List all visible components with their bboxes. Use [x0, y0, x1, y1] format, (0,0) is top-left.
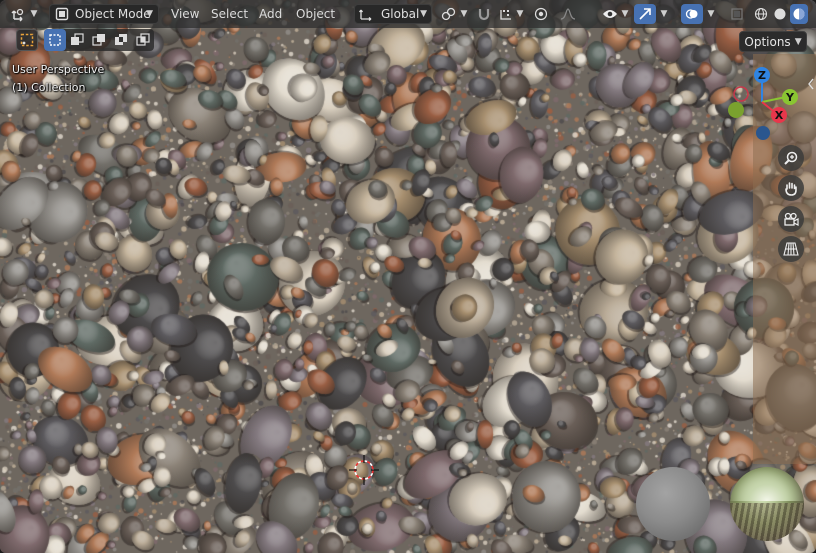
- selection-set-icon: [48, 33, 62, 47]
- wireframe-sphere-icon: [754, 7, 768, 21]
- select-box-icon: [20, 33, 34, 47]
- zoom-button[interactable]: [778, 145, 804, 171]
- snap-increment-icon: [499, 7, 513, 21]
- chevron-down-icon: ▼: [516, 9, 524, 19]
- active-tool-group: [16, 29, 38, 51]
- chevron-down-icon: ▼: [30, 9, 38, 19]
- active-collection-label: (1) Collection: [12, 81, 86, 94]
- y-axis-label: Y: [785, 91, 795, 104]
- gizmo-dropdown[interactable]: ▼: [656, 4, 672, 24]
- proportional-falloff-dropdown[interactable]: [553, 4, 583, 24]
- chevron-down-icon: ▼: [420, 9, 427, 19]
- camera-icon: [783, 211, 799, 227]
- solid-sphere-icon: [773, 7, 787, 21]
- 3d-cursor[interactable]: [347, 453, 381, 487]
- hdri-preview-sphere: [730, 467, 804, 541]
- mode-extend[interactable]: [66, 29, 88, 51]
- x-axis-label: X: [775, 109, 784, 122]
- menu-add[interactable]: Add: [259, 4, 282, 24]
- orientation-dropdown[interactable]: Global ▼: [354, 4, 432, 24]
- proportional-editing-toggle[interactable]: [531, 4, 551, 24]
- chevron-down-icon: ▼: [794, 36, 802, 47]
- pivot-icon: [441, 7, 457, 21]
- object-mode-icon: [55, 7, 69, 21]
- select-box-tool[interactable]: [16, 29, 38, 51]
- eye-icon: [602, 8, 618, 20]
- menu-view[interactable]: View: [171, 4, 199, 24]
- falloff-curve-icon: [560, 8, 576, 20]
- chevron-down-icon: ▼: [621, 9, 629, 19]
- mode-intersect[interactable]: [132, 29, 154, 51]
- proportional-edit-icon: [534, 7, 548, 21]
- shading-wireframe[interactable]: [752, 4, 770, 24]
- view-perspective-label: User Perspective: [12, 63, 105, 76]
- xray-toggle[interactable]: [728, 4, 746, 24]
- orientation-label: Global: [381, 7, 420, 21]
- chevron-down-icon: ▼: [707, 9, 715, 19]
- z-axis-label: Z: [758, 69, 766, 82]
- diffuse-preview-sphere: [636, 467, 710, 541]
- options-dropdown[interactable]: Options ▼: [739, 31, 807, 52]
- overlays-dropdown[interactable]: ▼: [703, 4, 719, 24]
- snap-target-dropdown[interactable]: ▼: [496, 4, 526, 24]
- hand-icon: [783, 180, 799, 196]
- orientation-icon: [359, 7, 375, 21]
- neg-y-axis-handle: [728, 102, 744, 118]
- snap-toggle[interactable]: [474, 4, 494, 24]
- material-sphere-icon: [792, 7, 806, 21]
- 3d-viewport[interactable]: ▼ Object Mode ▼ View Select Add Object G…: [0, 0, 816, 553]
- visibility-dropdown[interactable]: ▼: [598, 4, 632, 24]
- options-label: Options: [744, 34, 791, 49]
- pivot-point-button[interactable]: ▼: [438, 4, 470, 24]
- chevron-down-icon: ▼: [146, 9, 153, 19]
- selection-mode-group: [44, 29, 154, 51]
- transform-orientation-icon: [11, 6, 27, 22]
- viewport-header: ▼ Object Mode ▼ View Select Add Object G…: [0, 0, 816, 28]
- menu-select[interactable]: Select: [211, 4, 248, 24]
- camera-view-button[interactable]: [778, 206, 804, 232]
- gizmo-toggle[interactable]: [634, 4, 656, 24]
- chevron-down-icon: ▼: [460, 9, 468, 19]
- gizmo-arrow-icon: [638, 7, 652, 21]
- selection-intersect-icon: [136, 33, 150, 47]
- neg-x-axis-handle: [733, 86, 749, 102]
- shading-material-preview[interactable]: [790, 4, 808, 24]
- menu-object[interactable]: Object: [296, 4, 335, 24]
- mode-dropdown[interactable]: Object Mode ▼: [49, 4, 159, 24]
- selection-difference-icon: [114, 33, 128, 47]
- chevron-down-icon: ▼: [660, 9, 668, 19]
- neg-z-axis-handle: [756, 126, 770, 140]
- shading-solid[interactable]: [771, 4, 789, 24]
- gravel-texture-render: [0, 0, 816, 553]
- overlays-icon: [685, 7, 699, 21]
- mode-label: Object Mode: [75, 7, 151, 21]
- mode-set-new[interactable]: [44, 29, 66, 51]
- zoom-icon: [783, 150, 799, 166]
- editor-type-button[interactable]: ▼: [4, 4, 44, 24]
- navigation-gizmo[interactable]: Z Y X: [722, 62, 808, 142]
- xray-icon: [730, 7, 744, 21]
- overlays-toggle[interactable]: [681, 4, 703, 24]
- grid-perspective-icon: [783, 241, 799, 257]
- mode-subtract[interactable]: [88, 29, 110, 51]
- magnet-icon: [477, 7, 491, 21]
- selection-extend-icon: [70, 33, 84, 47]
- pan-button[interactable]: [778, 175, 804, 201]
- mode-difference[interactable]: [110, 29, 132, 51]
- projection-toggle-button[interactable]: [778, 236, 804, 262]
- selection-subtract-icon: [92, 33, 106, 47]
